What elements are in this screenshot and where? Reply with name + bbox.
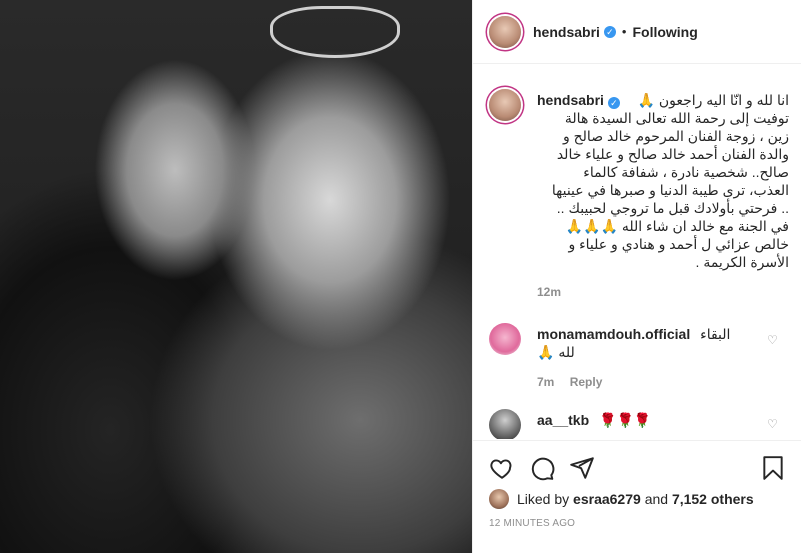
comment-body: monamamdouh.official البقاء 🙏 لله 7m Rep…	[537, 325, 767, 391]
author-avatar[interactable]	[489, 15, 521, 48]
caption-body: hendsabri ✓ انا لله و انّا اليه راجعون 🙏 …	[537, 91, 789, 301]
commenter-avatar[interactable]	[489, 409, 521, 439]
post-timestamp[interactable]: 12 MINUTES AGO	[489, 518, 575, 529]
share-icon[interactable]	[569, 455, 595, 481]
caption-line: والدة الفنان أحمد خالد صالح و علياء خالد	[556, 146, 789, 162]
post-header: hendsabri ✓ • Following	[473, 0, 801, 64]
comment-body: aa__tkb 🌹🌹🌹	[537, 411, 767, 429]
comment-text: 🙏 لله	[537, 344, 575, 360]
caption-line: خالص عزائي ل أحمد و هنادي و علياء و	[568, 236, 789, 252]
caption-line: صالح.. شخصية نادرة ، شفافة كالماء	[583, 164, 789, 180]
caption-username[interactable]: hendsabri ✓	[537, 91, 620, 109]
comment-row	[489, 323, 521, 355]
post-photo[interactable]	[0, 0, 472, 553]
liker-username[interactable]: esraa6279	[573, 491, 641, 507]
comment-text: 🌹🌹🌹	[599, 412, 652, 428]
caption-line: الأسرة الكريمة .	[695, 254, 789, 270]
likes-prefix: Liked by	[517, 491, 570, 507]
likes-others-link[interactable]: 7,152 others	[672, 491, 754, 507]
bookmark-icon[interactable]	[760, 455, 786, 481]
commenter-avatar[interactable]	[489, 323, 521, 355]
caption-time[interactable]: 12m	[537, 285, 561, 299]
caption-line: انا لله و انّا اليه راجعون 🙏	[637, 92, 790, 108]
comment-username[interactable]: aa__tkb	[537, 412, 589, 428]
caption-line: توفيت إلى رحمة الله تعالى السيدة هالة	[564, 110, 789, 126]
liker-avatar[interactable]	[489, 489, 509, 509]
comment-icon[interactable]	[529, 455, 555, 481]
caption-row	[489, 89, 521, 121]
comment-text: البقاء	[700, 326, 731, 342]
comment-like-heart-icon[interactable]: ♡	[767, 417, 778, 431]
heart-icon[interactable]	[489, 455, 515, 481]
author-username[interactable]: hendsabri	[533, 24, 600, 40]
likes-conjunction: and	[644, 491, 669, 507]
reply-button[interactable]: Reply	[570, 375, 603, 389]
caption-line: العذب، ترى طيبة الدنيا و صبرها في عينيها	[551, 182, 789, 198]
sunglasses-graphic	[270, 6, 400, 58]
likes-summary: Liked by esraa6279 and 7,152 others	[489, 489, 754, 509]
comments-area[interactable]: hendsabri ✓ انا لله و انّا اليه راجعون 🙏 …	[473, 65, 801, 439]
post-actions: Liked by esraa6279 and 7,152 others 12 M…	[473, 440, 801, 553]
comment-time[interactable]: 7m	[537, 375, 554, 389]
post-side-panel: hendsabri ✓ • Following hendsabri ✓ انا ل…	[472, 0, 801, 553]
caption-line: .. فرحتي بأولادك قبل ما تروجي لحبيبك ..	[556, 200, 789, 216]
caption-line: زين ، زوجة الفنان المرحوم خالد صالح و	[562, 128, 789, 144]
following-button[interactable]: Following	[632, 24, 697, 40]
comment-like-heart-icon[interactable]: ♡	[767, 333, 778, 347]
comment-row	[489, 409, 521, 439]
verified-badge-icon: ✓	[607, 97, 620, 109]
separator-dot: •	[621, 24, 627, 39]
caption-text: توفيت إلى رحمة الله تعالى السيدة هالة زي…	[537, 109, 789, 271]
comment-username[interactable]: monamamdouh.official	[537, 326, 690, 342]
caption-line: في الجنة مع خالد ان شاء الله 🙏🙏🙏	[565, 218, 789, 234]
verified-badge-icon: ✓	[603, 25, 616, 38]
caption-author-avatar[interactable]	[489, 89, 521, 121]
